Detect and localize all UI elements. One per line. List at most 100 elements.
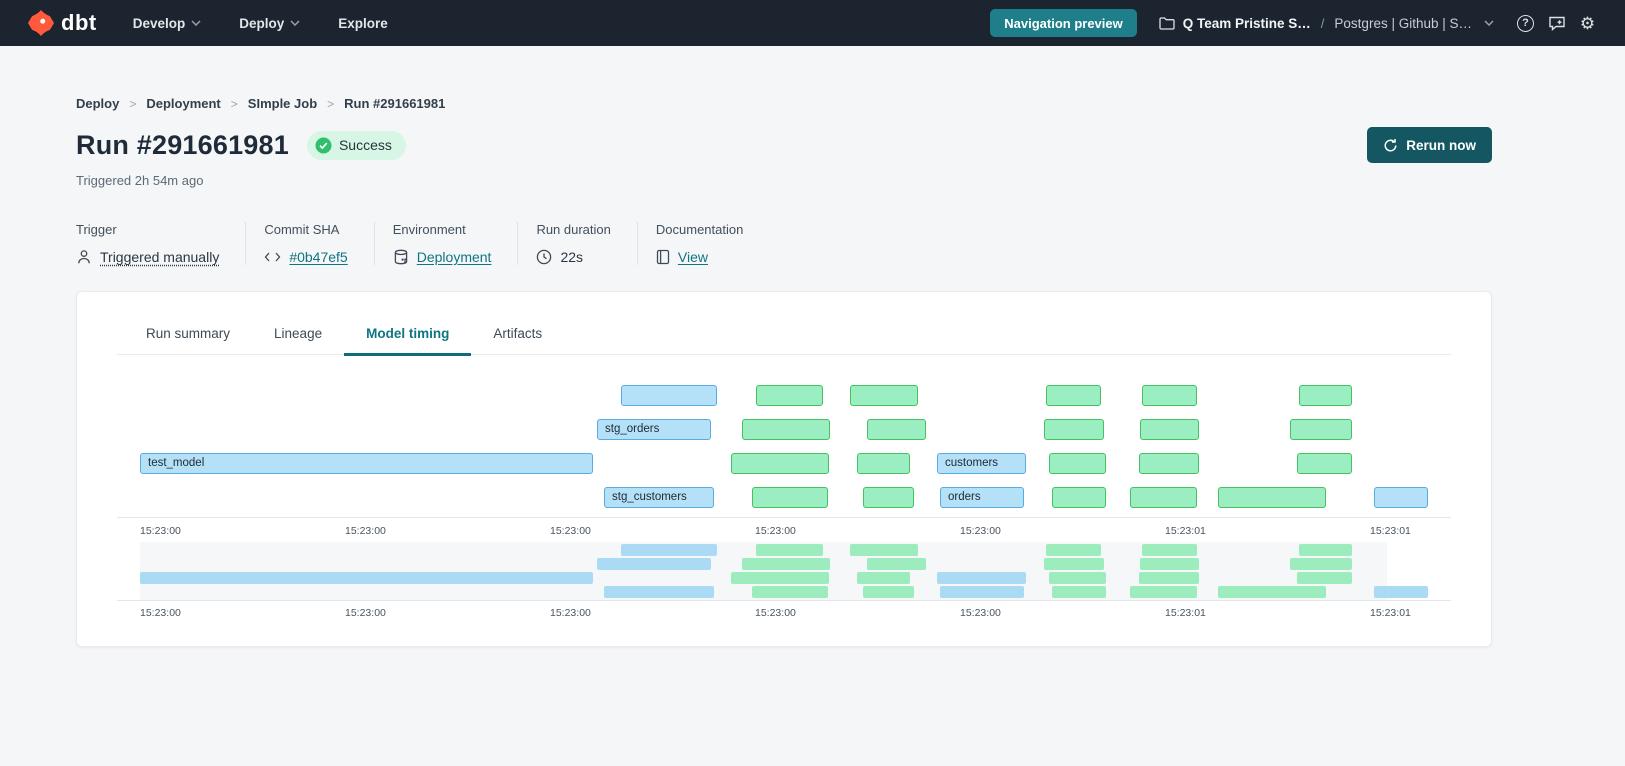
triggered-time: Triggered 2h 54m ago [76, 173, 1492, 188]
help-icon[interactable]: ? [1516, 14, 1535, 33]
minimap-bar [1139, 572, 1199, 584]
main-nav: Develop Deploy Explore [133, 16, 388, 31]
gantt-bar[interactable] [756, 385, 823, 406]
minimap-bar [1049, 572, 1106, 584]
tab-bar: Run summary Lineage Model timing Artifac… [117, 292, 1451, 355]
status-badge: Success [307, 131, 406, 160]
gantt-bar[interactable] [621, 385, 717, 406]
axis-tick-label: 15:23:00 [960, 607, 1001, 619]
axis-tick-label: 15:23:00 [345, 525, 386, 537]
gantt-bar[interactable] [1290, 419, 1352, 440]
gantt-bar-customers[interactable]: customers [937, 453, 1026, 474]
meta-commit-sha: Commit SHA #0b47ef5 [264, 222, 374, 265]
breadcrumb-separator: > [327, 97, 334, 111]
breadcrumb-deployment[interactable]: Deployment [146, 96, 220, 111]
axis-tick-label: 15:23:00 [140, 525, 181, 537]
top-navbar: dbt Develop Deploy Explore Navigation pr… [0, 0, 1625, 46]
axis-tick-label: 15:23:01 [1370, 525, 1411, 537]
tab-run-summary[interactable]: Run summary [124, 326, 252, 354]
gantt-bar[interactable] [850, 385, 918, 406]
trigger-value[interactable]: Triggered manually [100, 249, 219, 265]
minimap-bar-stg_orders [597, 558, 711, 570]
code-icon [264, 250, 281, 264]
gantt-bar[interactable] [742, 419, 830, 440]
minimap-bar-test_model [140, 572, 593, 584]
document-icon [656, 249, 670, 265]
gantt-bar[interactable] [1046, 385, 1101, 406]
axis-tick-label: 15:23:00 [140, 607, 181, 619]
project-name[interactable]: Q Team Pristine S… [1183, 16, 1311, 31]
minimap-bar [621, 544, 717, 556]
gantt-bar-test_model[interactable]: test_model [140, 453, 593, 474]
chevron-down-icon [191, 20, 201, 26]
minimap-bar [1374, 586, 1428, 598]
axis-tick-label: 15:23:00 [960, 525, 1001, 537]
environment-link[interactable]: Deployment [417, 249, 492, 265]
gantt-bar[interactable] [1297, 453, 1352, 474]
breadcrumb-separator: > [231, 97, 238, 111]
gantt-bar[interactable] [1142, 385, 1197, 406]
gantt-bar-label: stg_customers [612, 491, 687, 503]
tab-model-timing[interactable]: Model timing [344, 326, 471, 354]
gantt-bar-orders[interactable]: orders [940, 487, 1024, 508]
success-check-icon [315, 137, 332, 154]
account-switcher[interactable]: Q Team Pristine S… / Postgres | Github |… [1159, 16, 1494, 31]
tab-artifacts[interactable]: Artifacts [471, 326, 564, 354]
minimap-bar [1140, 558, 1199, 570]
documentation-view-link[interactable]: View [678, 249, 708, 265]
breadcrumb-simple-job[interactable]: SImple Job [248, 96, 317, 111]
database-icon [393, 249, 409, 265]
gantt-bar[interactable] [1140, 419, 1199, 440]
chevron-down-icon[interactable] [1484, 20, 1494, 26]
minimap-bar [867, 558, 926, 570]
brand-name: dbt [61, 10, 97, 36]
minimap-bar [1142, 544, 1197, 556]
axis-tick-label: 15:23:01 [1165, 525, 1206, 537]
run-meta-row: Trigger Triggered manually Commit SHA #0… [76, 222, 1492, 265]
minimap-bar [731, 572, 829, 584]
run-detail-card: Run summary Lineage Model timing Artifac… [76, 291, 1492, 647]
tab-lineage[interactable]: Lineage [252, 326, 344, 354]
model-timing-chart: stg_orderstest_model customers stg_custome… [140, 385, 1428, 508]
commit-sha-link[interactable]: #0b47ef5 [289, 249, 347, 265]
gantt-bar[interactable] [1044, 419, 1104, 440]
nav-item-develop[interactable]: Develop [133, 16, 202, 31]
minimap-bar [1218, 586, 1326, 598]
environment-name[interactable]: Postgres | Github | S… [1334, 16, 1472, 31]
minimap-bar [756, 544, 823, 556]
gantt-bar[interactable] [731, 453, 829, 474]
gantt-bar[interactable] [752, 487, 828, 508]
gantt-bar-label: customers [945, 457, 998, 469]
gantt-bar[interactable] [1218, 487, 1326, 508]
gantt-bar[interactable] [1130, 487, 1197, 508]
chart-axis-line [117, 517, 1451, 518]
rerun-now-button[interactable]: Rerun now [1367, 127, 1492, 163]
minimap-bar [1297, 572, 1352, 584]
gantt-bar-stg_customers[interactable]: stg_customers [604, 487, 714, 508]
axis-tick-label: 15:23:00 [755, 525, 796, 537]
minimap-bar-stg_customers [604, 586, 714, 598]
breadcrumb-deploy[interactable]: Deploy [76, 96, 119, 111]
gantt-bar[interactable] [1139, 453, 1199, 474]
gear-icon[interactable]: ⚙ [1578, 14, 1597, 33]
gantt-bar[interactable] [867, 419, 926, 440]
nav-item-explore[interactable]: Explore [338, 16, 388, 31]
minimap-bar [1046, 544, 1101, 556]
feedback-icon[interactable] [1547, 14, 1566, 33]
gantt-bar[interactable] [863, 487, 914, 508]
title-row: Run #291661981 Success Rerun now [76, 127, 1492, 163]
minimap-bar [1052, 586, 1106, 598]
gantt-bar[interactable] [857, 453, 910, 474]
navigation-preview-button[interactable]: Navigation preview [990, 9, 1136, 37]
page-content: Deploy > Deployment > SImple Job > Run #… [76, 96, 1492, 647]
gantt-bar[interactable] [1374, 487, 1428, 508]
gantt-bar-stg_orders[interactable]: stg_orders [597, 419, 711, 440]
gantt-bar[interactable] [1299, 385, 1352, 406]
minimap-bar [850, 544, 918, 556]
meta-documentation: Documentation View [656, 222, 769, 265]
dbt-logo[interactable]: dbt [28, 10, 97, 36]
timing-minimap[interactable] [140, 542, 1428, 600]
gantt-bar[interactable] [1049, 453, 1106, 474]
gantt-bar[interactable] [1052, 487, 1106, 508]
nav-item-deploy[interactable]: Deploy [239, 16, 300, 31]
